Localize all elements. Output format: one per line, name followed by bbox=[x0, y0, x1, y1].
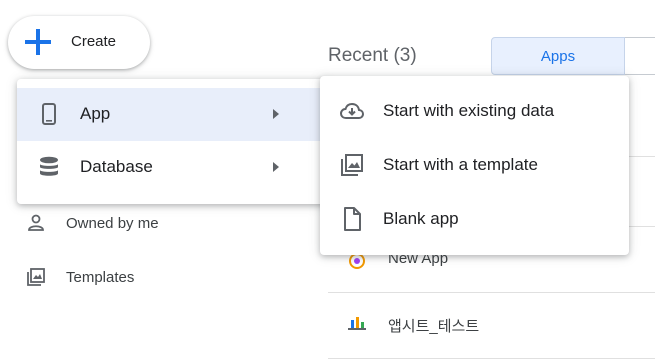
create-button[interactable]: Create bbox=[8, 16, 150, 69]
submenu-item-label: Start with existing data bbox=[383, 101, 555, 120]
smartphone-icon bbox=[42, 103, 56, 125]
sidebar-item-label: Templates bbox=[66, 268, 135, 286]
app-submenu: Start with existing data Start with a te… bbox=[320, 76, 629, 255]
create-menu: App Database bbox=[17, 79, 328, 204]
templates-icon bbox=[27, 268, 45, 286]
database-icon bbox=[40, 156, 58, 176]
tab-apps[interactable]: Apps bbox=[491, 37, 625, 75]
menu-item-app[interactable]: App bbox=[17, 88, 328, 141]
row-divider bbox=[328, 358, 655, 359]
template-icon bbox=[341, 154, 363, 176]
menu-item-label: Database bbox=[80, 157, 153, 176]
tab-next[interactable] bbox=[625, 37, 655, 75]
menu-item-database[interactable]: Database bbox=[17, 141, 328, 194]
sidebar-item-owned-by-me[interactable]: Owned by me bbox=[26, 208, 306, 238]
cloud-download-icon bbox=[339, 102, 365, 119]
row-divider bbox=[328, 292, 655, 293]
list-item[interactable] bbox=[346, 314, 368, 339]
sidebar-item-templates[interactable]: Templates bbox=[26, 262, 306, 292]
submenu-item-template[interactable]: Start with a template bbox=[320, 137, 629, 191]
submenu-item-label: Blank app bbox=[383, 209, 459, 228]
blank-file-icon bbox=[344, 207, 361, 231]
chevron-right-icon bbox=[273, 109, 279, 119]
create-button-label: Create bbox=[71, 33, 117, 50]
submenu-item-label: Start with a template bbox=[383, 155, 538, 174]
recent-title: Recent (3) bbox=[328, 45, 417, 66]
list-item-name[interactable]: 앱시트_테스트 bbox=[388, 315, 479, 336]
chevron-right-icon bbox=[273, 162, 279, 172]
submenu-item-blank-app[interactable]: Blank app bbox=[320, 191, 629, 245]
person-icon bbox=[28, 214, 44, 231]
submenu-item-existing-data[interactable]: Start with existing data bbox=[320, 83, 629, 137]
app-logo-icon bbox=[348, 317, 366, 330]
sidebar-item-label: Owned by me bbox=[66, 214, 159, 232]
menu-item-label: App bbox=[80, 104, 111, 123]
plus-icon bbox=[25, 29, 51, 55]
